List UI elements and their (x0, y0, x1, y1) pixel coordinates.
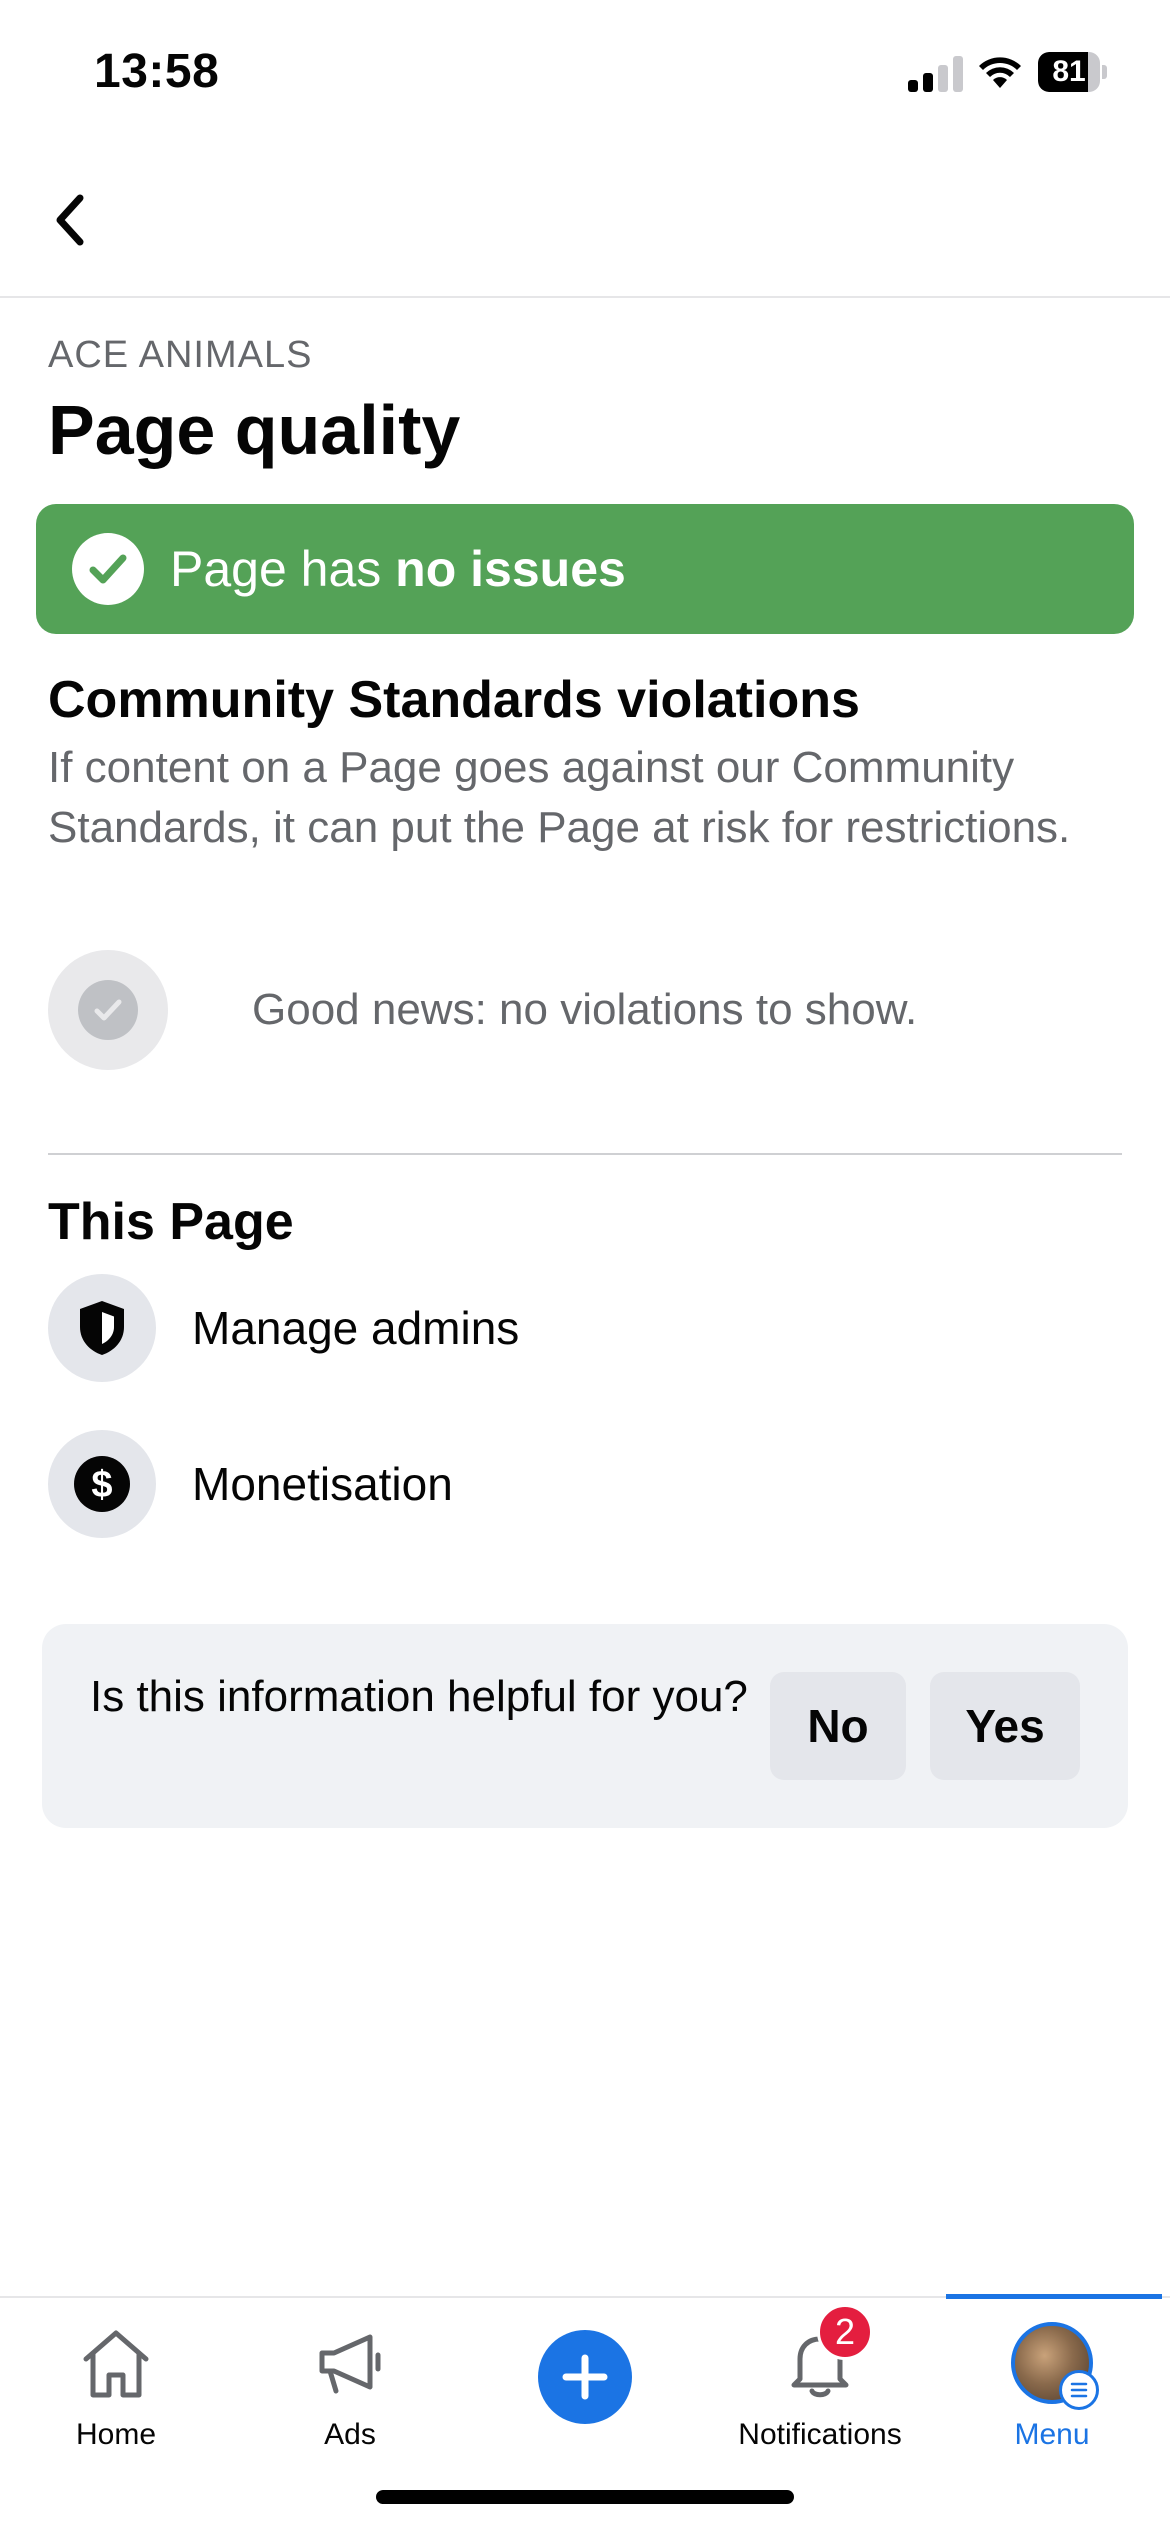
empty-state-text: Good news: no violations to show. (252, 985, 918, 1034)
plus-icon (562, 2354, 608, 2400)
svg-text:$: $ (91, 1464, 112, 1506)
section-divider (48, 1153, 1122, 1155)
page-title: Page quality (48, 391, 461, 469)
tab-notifications[interactable]: 2 Notifications (720, 2304, 920, 2452)
back-button[interactable] (40, 180, 100, 260)
empty-state: Good news: no violations to show. (48, 950, 917, 1070)
tab-ads-label: Ads (324, 2418, 376, 2451)
tab-home-label: Home (75, 2418, 157, 2451)
chevron-left-icon (56, 194, 84, 246)
tab-ads[interactable]: Ads (250, 2318, 450, 2452)
avatar (1011, 2322, 1099, 2410)
status-time: 13:58 (94, 45, 220, 98)
banner-text-emphasis: no issues (395, 541, 626, 597)
tab-menu-label: Menu (1014, 2418, 1090, 2451)
page-name: ACE ANIMALS (48, 334, 313, 376)
feedback-question: Is this information helpful for you? (90, 1672, 748, 1721)
banner-text: Page has no issues (170, 540, 626, 598)
feedback-yes-button[interactable]: Yes (930, 1672, 1080, 1780)
battery-percentage: 81 (1052, 55, 1086, 88)
community-standards-description: If content on a Page goes against our Co… (48, 743, 1071, 852)
feedback-no-button[interactable]: No (770, 1672, 906, 1780)
banner-text-prefix: Page has (170, 541, 396, 597)
manage-admins-row[interactable]: Manage admins (48, 1274, 519, 1382)
menu-icon (1059, 2370, 1099, 2410)
community-standards-heading: Community Standards violations (48, 671, 860, 729)
home-icon (71, 2318, 161, 2408)
shield-icon (48, 1274, 156, 1382)
check-icon (72, 533, 144, 605)
header-divider (0, 296, 1170, 298)
battery-icon: 81 (1038, 52, 1108, 92)
home-indicator (376, 2490, 794, 2504)
monetisation-label: Monetisation (192, 1458, 453, 1510)
tab-notifications-label: Notifications (738, 2418, 902, 2451)
status-banner: Page has no issues (36, 504, 1134, 634)
megaphone-icon (305, 2318, 395, 2408)
wifi-icon (979, 57, 1021, 88)
monetisation-row[interactable]: $ Monetisation (48, 1430, 453, 1538)
manage-admins-label: Manage admins (192, 1302, 520, 1354)
empty-state-check-icon (48, 950, 168, 1070)
this-page-heading: This Page (48, 1193, 294, 1251)
cellular-signal-icon (908, 56, 963, 92)
notification-badge: 2 (817, 2304, 873, 2360)
active-tab-indicator (946, 2294, 1162, 2299)
feedback-card: Is this information helpful for you? No … (42, 1624, 1128, 1828)
create-button[interactable] (538, 2330, 632, 2424)
tab-menu[interactable]: Menu (952, 2318, 1152, 2452)
tab-home[interactable]: Home (16, 2318, 216, 2452)
dollar-icon: $ (48, 1430, 156, 1538)
bell-icon: 2 (775, 2304, 873, 2408)
